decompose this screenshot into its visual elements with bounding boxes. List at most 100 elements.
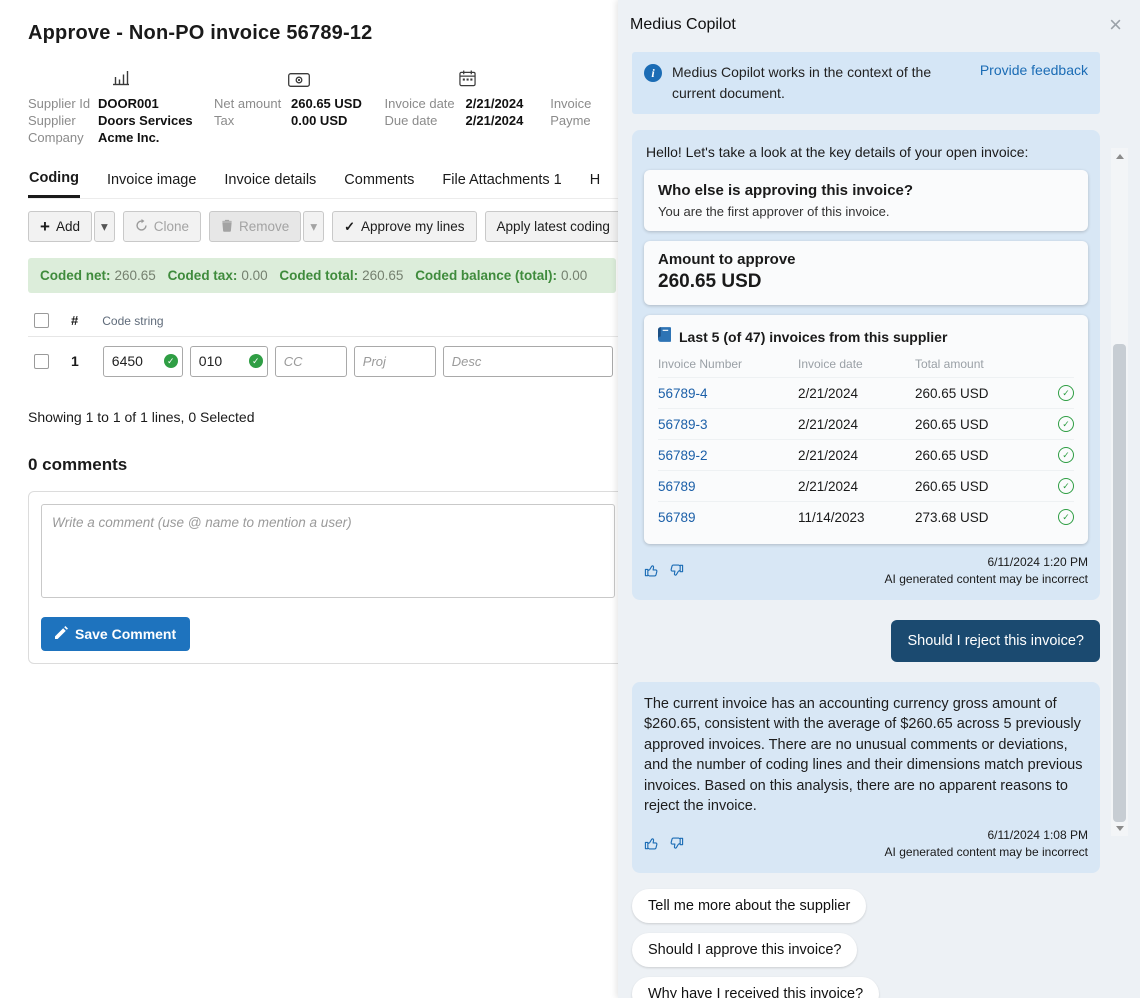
message-meta-text: 6/11/2024 1:20 PM AI generated content m…	[885, 554, 1088, 588]
invoice-amount: 260.65 USD	[915, 479, 1054, 494]
coded-tax-label: Coded tax:	[168, 268, 238, 283]
supplier-label: Supplier	[28, 112, 98, 129]
row-checkbox[interactable]	[34, 354, 49, 369]
thumbs-up-icon[interactable]	[644, 563, 659, 579]
coded-balance-label: Coded balance (total):	[415, 268, 557, 283]
cost-center-field-wrap	[275, 346, 347, 377]
tab-file-attachments[interactable]: File Attachments 1	[441, 164, 562, 198]
amount-card: Amount to approve 260.65 USD	[644, 241, 1088, 305]
supplier-group: Supplier IdDOOR001 SupplierDoors Service…	[28, 65, 214, 146]
net-amount-value: 260.65 USD	[291, 95, 362, 112]
approvers-card-title: Who else is approving this invoice?	[658, 182, 1074, 199]
company-label: Company	[28, 129, 98, 146]
row-number: 1	[71, 353, 79, 369]
valid-check-icon: ✓	[164, 354, 178, 368]
tab-invoice-image[interactable]: Invoice image	[106, 164, 197, 198]
add-dropdown-button[interactable]: ▾	[94, 211, 115, 242]
invoice-header: Supplier IdDOOR001 SupplierDoors Service…	[28, 65, 618, 146]
clone-button[interactable]: Clone	[123, 211, 201, 242]
copilot-panel: Medius Copilot × i Medius Copilot works …	[618, 0, 1140, 998]
approved-check-icon: ✓	[1058, 416, 1074, 432]
info-icon: i	[644, 64, 662, 82]
scroll-thumb[interactable]	[1113, 344, 1126, 822]
thumbs-down-icon[interactable]	[669, 836, 684, 852]
remove-dropdown-button[interactable]: ▾	[303, 211, 324, 242]
approved-check-icon: ✓	[1058, 478, 1074, 494]
invoice-link[interactable]: 56789	[658, 510, 798, 525]
context-banner-text: Medius Copilot works in the context of t…	[672, 62, 970, 104]
approved-check-icon: ✓	[1058, 385, 1074, 401]
invoice-date-value: 2/21/2024	[466, 95, 524, 112]
pencil-icon	[55, 626, 68, 642]
invoice-amount: 273.68 USD	[915, 510, 1054, 525]
supplier-value: Doors Services	[98, 112, 193, 129]
comment-input[interactable]	[41, 504, 615, 598]
coded-net-label: Coded net:	[40, 268, 111, 283]
column-number: #	[71, 313, 78, 328]
tab-invoice-details[interactable]: Invoice details	[223, 164, 317, 198]
chevron-down-icon: ▾	[101, 219, 108, 235]
save-comment-button[interactable]: Save Comment	[41, 617, 190, 651]
scroll-down-arrow[interactable]	[1111, 820, 1128, 836]
tab-coding[interactable]: Coding	[28, 164, 80, 198]
approvers-card-body: You are the first approver of this invoi…	[658, 204, 1074, 219]
approvers-card: Who else is approving this invoice? You …	[644, 170, 1088, 231]
invoice-date: 2/21/2024	[798, 386, 915, 401]
project-input[interactable]	[354, 346, 436, 377]
thumbs-up-icon[interactable]	[644, 836, 659, 852]
invoice-link[interactable]: 56789-4	[658, 386, 798, 401]
supplier-id-label: Supplier Id	[28, 95, 98, 112]
chat-area: Hello! Let's take a look at the key deta…	[632, 130, 1100, 998]
history-card-header: Last 5 (of 47) invoices from this suppli…	[658, 327, 1074, 347]
coded-total-value: 260.65	[362, 268, 403, 283]
book-icon	[658, 327, 671, 347]
invoice-link[interactable]: 56789-2	[658, 448, 798, 463]
coded-balance-value: 0.00	[561, 268, 587, 283]
apply-latest-coding-button[interactable]: Apply latest coding	[485, 211, 618, 242]
close-icon[interactable]: ×	[1109, 14, 1122, 36]
app-root: Approve - Non-PO invoice 56789-12 Suppli…	[0, 0, 1140, 998]
invoice-link[interactable]: 56789	[658, 479, 798, 494]
suggestion-pills: Tell me more about the supplier Should I…	[632, 889, 1100, 998]
tax-label: Tax	[214, 112, 291, 129]
tab-comments[interactable]: Comments	[343, 164, 415, 198]
chat-scrollbar[interactable]	[1111, 148, 1128, 836]
invoice-date: 2/21/2024	[798, 479, 915, 494]
approve-my-lines-button[interactable]: ✓Approve my lines	[332, 211, 476, 242]
select-all-checkbox[interactable]	[34, 313, 49, 328]
amounts-group: Net amount260.65 USD Tax0.00 USD	[214, 65, 385, 146]
coded-tax-value: 0.00	[241, 268, 267, 283]
col-invoice-number: Invoice Number	[658, 357, 798, 371]
clipped-fields-group: Invoice Payme	[550, 65, 618, 146]
thumbs-down-icon[interactable]	[669, 563, 684, 579]
code-string-fields: ✓ ✓	[103, 346, 618, 377]
account-field-wrap: ✓	[103, 346, 183, 377]
description-input[interactable]	[443, 346, 613, 377]
context-banner: i Medius Copilot works in the context of…	[632, 52, 1100, 114]
suggestion-supplier[interactable]: Tell me more about the supplier	[632, 889, 866, 923]
suggestion-approve[interactable]: Should I approve this invoice?	[632, 933, 857, 967]
tab-history[interactable]: H	[589, 164, 601, 198]
clone-icon	[135, 219, 148, 235]
invoice-date-label: Invoice date	[385, 95, 466, 112]
message-meta: 6/11/2024 1:08 PM AI generated content m…	[644, 827, 1088, 861]
coded-net-value: 260.65	[115, 268, 156, 283]
company-value: Acme Inc.	[98, 129, 159, 146]
comments-heading: 0 comments	[28, 455, 618, 475]
approved-check-icon: ✓	[1058, 509, 1074, 525]
due-date-label: Due date	[385, 112, 466, 129]
supplier-chart-icon	[28, 65, 214, 87]
cost-center-input[interactable]	[275, 346, 347, 377]
greeting-text: Hello! Let's take a look at the key deta…	[646, 144, 1086, 160]
feedback-buttons	[644, 563, 684, 579]
add-button[interactable]: +Add	[28, 211, 92, 242]
coding-toolbar: +Add ▾ Clone Remove ▾ ✓Approve my lines …	[28, 211, 618, 242]
scroll-up-arrow[interactable]	[1111, 148, 1128, 164]
remove-button[interactable]: Remove	[209, 211, 301, 242]
due-date-value: 2/21/2024	[466, 112, 524, 129]
invoice-link[interactable]: 56789-3	[658, 417, 798, 432]
provide-feedback-link[interactable]: Provide feedback	[980, 62, 1088, 78]
history-row: 56789 2/21/2024 260.65 USD ✓	[658, 470, 1074, 501]
feedback-buttons	[644, 836, 684, 852]
suggestion-why-received[interactable]: Why have I received this invoice?	[632, 977, 879, 998]
